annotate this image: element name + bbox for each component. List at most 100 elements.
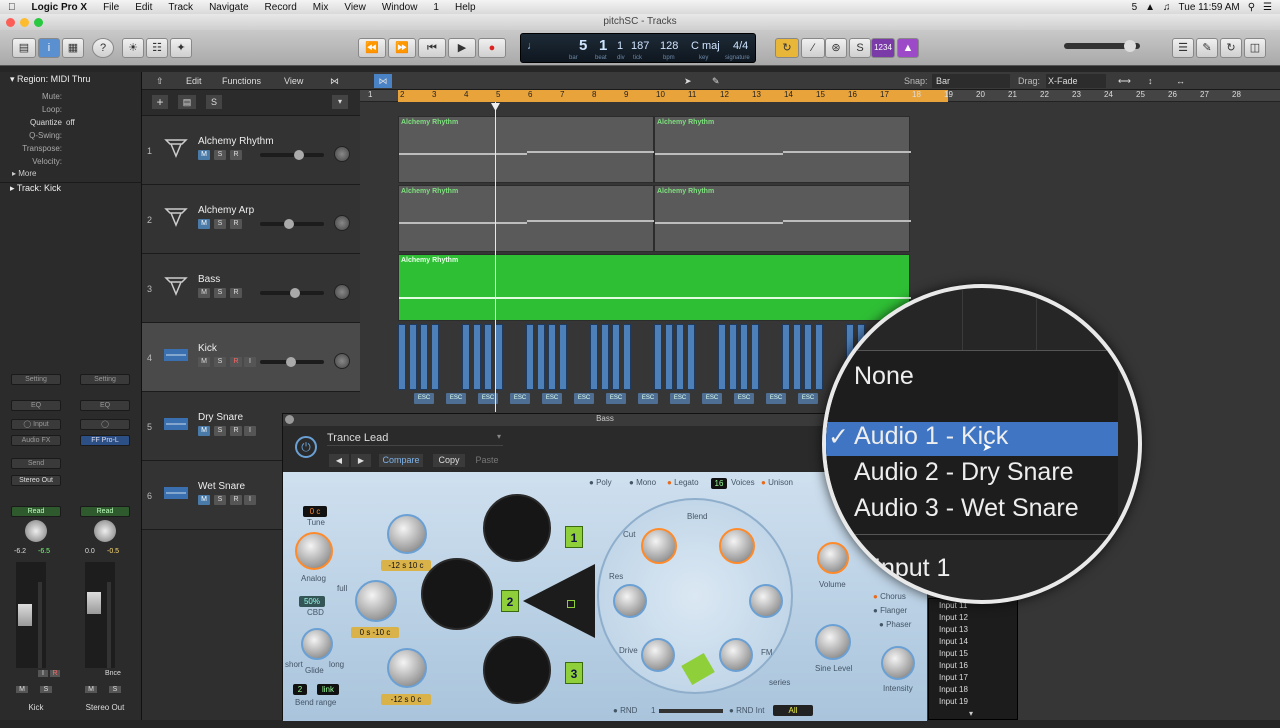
strip-setting-button[interactable]: Setting <box>80 374 130 385</box>
inspector-row-qswing[interactable]: Q-Swing: <box>0 131 142 143</box>
editors-button[interactable]: ✦ <box>170 38 192 58</box>
esc-region[interactable]: ESC <box>606 393 626 404</box>
count-in-button[interactable]: 1234 <box>871 38 895 58</box>
track-input-monitor-button[interactable]: I <box>244 426 256 436</box>
master-volume-knob[interactable] <box>1124 40 1136 52</box>
esc-region[interactable]: ESC <box>766 393 786 404</box>
volume-knob[interactable] <box>294 150 304 160</box>
esc-region[interactable]: ESC <box>510 393 530 404</box>
inspector-row-mute[interactable]: Mute: <box>0 92 142 104</box>
phaser-radio[interactable]: ● Phaser <box>879 620 911 629</box>
unison-toggle[interactable]: ● Unison <box>761 478 793 487</box>
strip-bounce-button[interactable]: Bnce <box>105 670 121 677</box>
track-record-button[interactable]: R <box>230 426 242 436</box>
track-mute-button[interactable]: M <box>198 495 210 505</box>
next-preset-button[interactable]: ▶ <box>351 454 371 467</box>
pencil-tool-icon[interactable]: ✎ <box>712 74 720 88</box>
library-button[interactable]: ▤ <box>12 38 36 58</box>
region-track1-a[interactable]: Alchemy Rhythm <box>398 116 655 183</box>
esc-region[interactable]: ESC <box>414 393 434 404</box>
track-mute-button[interactable]: M <box>198 150 210 160</box>
track-volume-slider[interactable] <box>260 219 324 229</box>
volume-knob[interactable] <box>284 219 294 229</box>
strip-input-slot[interactable]: ◯ Input <box>11 419 61 430</box>
track-solo-button[interactable]: S <box>214 288 226 298</box>
audio-region[interactable] <box>676 324 684 390</box>
strip-fader-track[interactable] <box>85 562 115 668</box>
menu-navigate[interactable]: Navigate <box>201 2 256 13</box>
track-pan-knob[interactable] <box>334 215 350 231</box>
region-track3[interactable]: Alchemy Rhythm <box>398 254 911 321</box>
track-volume-slider[interactable] <box>260 150 324 160</box>
strip-eq-button[interactable]: EQ <box>11 400 61 411</box>
track-volume-slider[interactable] <box>260 357 324 367</box>
audio-region[interactable] <box>495 324 503 390</box>
strip-eq-button[interactable]: EQ <box>80 400 130 411</box>
audio-region[interactable] <box>751 324 759 390</box>
go-to-beginning-button[interactable]: ⏮ <box>418 38 446 58</box>
compare-button[interactable]: Compare <box>379 454 423 467</box>
audio-region[interactable] <box>420 324 428 390</box>
input-menu-item[interactable]: Input 16 <box>939 661 968 670</box>
track-mute-button[interactable]: M <box>198 219 210 229</box>
master-volume-slider[interactable] <box>1064 40 1140 52</box>
catch-icon[interactable]: ⋈ <box>374 74 392 88</box>
esc-region[interactable]: ESC <box>798 393 818 404</box>
osc1-toggle[interactable]: 1 <box>565 526 583 548</box>
esc-region[interactable]: ESC <box>702 393 722 404</box>
wifi-icon[interactable]: ▲ <box>1145 2 1155 13</box>
track-mute-button[interactable]: M <box>198 288 210 298</box>
plugin-close-button[interactable] <box>285 415 294 424</box>
audio-region[interactable] <box>804 324 812 390</box>
track-name[interactable]: Kick <box>198 343 217 354</box>
osc1-waveform-selector[interactable] <box>483 494 551 562</box>
close-window-button[interactable] <box>6 18 15 27</box>
track-name[interactable]: Bass <box>198 274 220 285</box>
track-mute-button[interactable]: M <box>198 357 210 367</box>
tuner-button[interactable]: ⊛ <box>825 38 847 58</box>
esc-region[interactable]: ESC <box>638 393 658 404</box>
functions-menu-button[interactable]: Functions <box>222 74 261 88</box>
strip-solo-button[interactable]: S <box>109 686 121 693</box>
input-menu-item[interactable]: Input 15 <box>939 649 968 658</box>
osc2-freq-knob[interactable] <box>355 580 397 622</box>
rnd-destination-display[interactable]: All <box>773 705 813 716</box>
track-solo-button[interactable]: S <box>214 495 226 505</box>
filter1-cutoff-knob[interactable] <box>641 528 677 564</box>
add-track-button[interactable]: + <box>152 95 168 109</box>
apple-icon[interactable]:  <box>0 2 24 13</box>
track-record-button[interactable]: R <box>230 495 242 505</box>
osc3-toggle[interactable]: 3 <box>565 662 583 684</box>
volume-knob[interactable] <box>286 357 296 367</box>
region-track2-b[interactable]: Alchemy Rhythm <box>654 185 911 252</box>
analog-knob[interactable] <box>295 532 333 570</box>
inspector-row-loop[interactable]: Loop: <box>0 105 142 117</box>
mixer-button[interactable]: ☷ <box>146 38 168 58</box>
esc-region[interactable]: ESC <box>734 393 754 404</box>
smart-controls-button[interactable]: ☀ <box>122 38 144 58</box>
strip-automation-mode[interactable]: Read <box>80 506 130 517</box>
replace-button[interactable]: ∕ <box>801 38 825 58</box>
strip-solo-button[interactable]: S <box>40 686 52 693</box>
audio-region[interactable] <box>729 324 737 390</box>
strip-pan-knob[interactable] <box>25 520 47 542</box>
osc3-waveform-selector[interactable] <box>483 636 551 704</box>
track-name[interactable]: Alchemy Arp <box>198 205 254 216</box>
audio-region[interactable] <box>559 324 567 390</box>
global-solo-button[interactable]: S <box>206 95 222 109</box>
playhead[interactable] <box>495 102 496 412</box>
track-volume-slider[interactable] <box>260 288 324 298</box>
status-5[interactable]: 5 <box>1132 2 1138 13</box>
track-name[interactable]: Wet Snare <box>198 481 245 492</box>
menu-item-audio3-wet-snare[interactable]: Audio 3 - Wet Snare <box>854 494 1079 523</box>
list-icon[interactable]: ☰ <box>1263 2 1272 13</box>
list-editors-button[interactable]: ☰ <box>1172 38 1194 58</box>
menu-1[interactable]: 1 <box>425 2 447 13</box>
prev-preset-button[interactable]: ◀ <box>329 454 349 467</box>
bar-ruler[interactable]: 1 2 3 4 5 6 7 8 9 10 11 12 13 14 15 16 1… <box>360 90 1280 102</box>
strip-mute-button[interactable]: M <box>85 686 97 693</box>
track-record-button[interactable]: R <box>230 150 242 160</box>
voices-display[interactable]: 16 <box>711 478 727 489</box>
zoom-window-button[interactable] <box>34 18 43 27</box>
track-record-button[interactable]: R <box>230 288 242 298</box>
